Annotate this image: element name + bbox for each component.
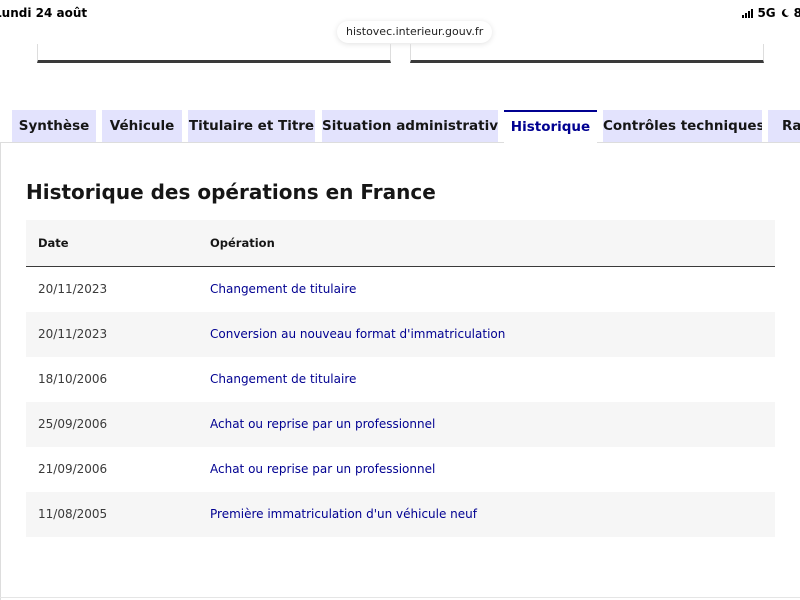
tab-synthese[interactable]: Synthèse [12,110,96,142]
row-operation: Achat ou reprise par un professionnel [210,462,436,476]
row-operation: Changement de titulaire [210,282,357,296]
row-date: 18/10/2006 [38,372,108,386]
tab-situation-administrative[interactable]: Situation administrative [322,110,498,142]
table-header: Date Opération [26,220,775,267]
row-date: 20/11/2023 [38,282,108,296]
battery-level: 8 [793,6,800,20]
signal-icon [742,8,754,18]
table-row: 18/10/2006 Changement de titulaire [26,357,775,402]
summary-card-right [410,44,764,63]
page-title: Historique des opérations en France [26,180,436,204]
network-label: 5G [757,6,776,20]
table-row: 11/08/2005 Première immatriculation d'un… [26,492,775,537]
status-time: Lundi 24 août [0,6,88,20]
tab-controles-techniques[interactable]: Contrôles techniques [603,110,762,142]
table-row: 25/09/2006 Achat ou reprise par un profe… [26,402,775,447]
row-operation: Première immatriculation d'un véhicule n… [210,507,477,521]
status-indicators: 5G 8 [742,6,800,20]
moon-icon [781,8,789,17]
page-bottom-divider [0,597,800,598]
tab-divider [0,142,800,143]
row-operation: Conversion au nouveau format d'immatricu… [210,327,506,341]
row-date: 21/09/2006 [38,462,108,476]
row-date: 20/11/2023 [38,327,108,341]
row-operation: Changement de titulaire [210,372,357,386]
table-row: 21/09/2006 Achat ou reprise par un profe… [26,447,775,492]
tab-vehicule[interactable]: Véhicule [102,110,182,142]
tab-historique[interactable]: Historique [504,110,597,143]
table-row: 20/11/2023 Conversion au nouveau format … [26,312,775,357]
address-bar[interactable]: histovec.interieur.gouv.fr [337,21,493,43]
table-row: 20/11/2023 Changement de titulaire [26,267,775,312]
row-date: 11/08/2005 [38,507,108,521]
tab-panel-border [0,142,1,600]
row-date: 25/09/2006 [38,417,108,431]
tab-bar: Synthèse Véhicule Titulaire et Titre Sit… [0,110,800,143]
operations-table: Date Opération 20/11/2023 Changement de … [26,220,775,537]
tab-titulaire-et-titre[interactable]: Titulaire et Titre [188,110,315,142]
column-header-date: Date [38,236,69,250]
tab-rapport[interactable]: Rap [768,110,800,142]
summary-card-left [37,44,391,63]
row-operation: Achat ou reprise par un professionnel [210,417,436,431]
column-header-operation: Opération [210,236,275,250]
